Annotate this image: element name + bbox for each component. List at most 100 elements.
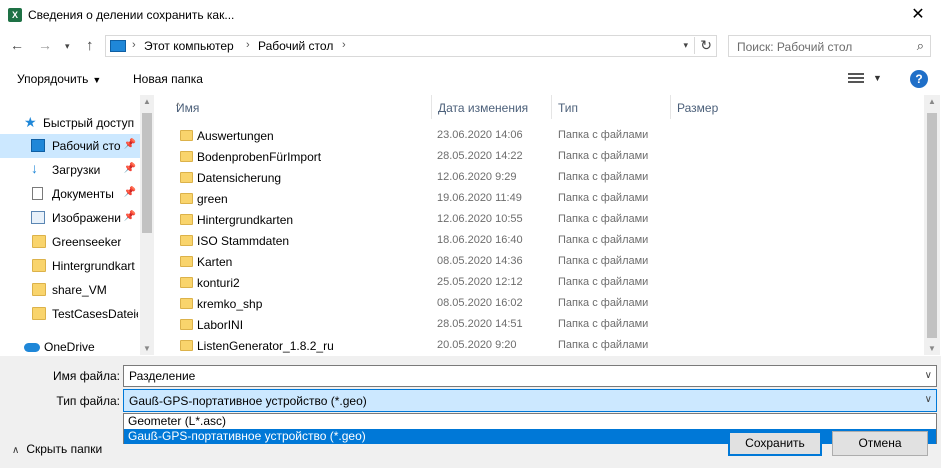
view-options-icon[interactable] [848,71,864,85]
refresh-icon[interactable]: ↻ [694,37,712,54]
help-icon[interactable]: ? [910,70,928,88]
download-icon: ↓ [31,160,38,176]
forward-arrow-icon[interactable]: → [38,37,52,53]
nav-item-label: Рабочий сто [52,139,121,153]
filetype-value: Gauß-GPS-портативное устройство (*.geo) [129,394,367,408]
breadcrumb-desktop[interactable]: Рабочий стол [258,39,333,53]
hide-folders-button[interactable]: ∧ Скрыть папки [12,442,102,456]
breadcrumb-this-pc[interactable]: Этот компьютер [144,39,234,53]
organize-button[interactable]: Упорядочить ▼ [17,72,101,86]
search-icon: ⌕ [916,38,924,53]
folder-icon [180,214,193,225]
image-icon [31,211,45,224]
file-type: Папка с файлами [558,276,649,288]
table-row[interactable]: konturi2 25.05.2020 12:12 Папка с файлами [156,273,931,294]
nav-item-quick-access[interactable]: ★ Быстрый доступ [0,111,140,135]
table-row[interactable]: ISO Stammdaten 18.06.2020 16:40 Папка с фа… [156,231,931,252]
nav-item-testcases[interactable]: TestCasesDateien [0,302,140,326]
command-bar: Упорядочить ▼ Новая папка ▼ ? [0,64,941,94]
search-placeholder: Поиск: Рабочий стол [737,40,853,54]
filetype-option[interactable]: Geometer (L*.asc) [124,414,936,429]
nav-item-label: Быстрый доступ [43,116,135,130]
folder-icon [32,283,46,296]
search-input[interactable]: Поиск: Рабочий стол ⌕ [728,35,931,57]
nav-item-hintergrundkarten[interactable]: Hintergrundkart [0,254,140,278]
excel-icon: X [8,8,22,22]
table-row[interactable]: green 19.06.2020 11:49 Папка с файлами [156,189,931,210]
column-date-label: Дата изменения [438,101,529,115]
nav-item-label: OneDrive [44,340,95,354]
back-arrow-icon[interactable]: ← [10,37,24,53]
nav-item-documents[interactable]: Документы 📌 [0,182,140,206]
file-name: Karten [197,255,233,269]
breadcrumb-separator-icon[interactable]: › [342,39,346,51]
recent-locations-chevron-icon[interactable]: ▾ [65,41,70,52]
up-arrow-icon[interactable]: ↑ [86,37,94,54]
file-type: Папка с файлами [558,255,649,267]
address-dropdown-icon[interactable]: ▾ [683,40,688,51]
file-date: 20.05.2020 9:20 [437,339,517,351]
folder-icon [180,256,193,267]
scrollbar-thumb[interactable] [927,113,937,338]
nav-item-downloads[interactable]: ↓ Загрузки 📌 [0,158,140,182]
table-row[interactable]: Karten 08.05.2020 14:36 Папка с файлами [156,252,931,273]
document-icon [32,187,43,200]
file-type: Папка с файлами [558,234,649,246]
table-row[interactable]: kremko_shp 08.05.2020 16:02 Папка с файлам… [156,294,931,315]
scroll-down-icon[interactable]: ▼ [928,344,936,353]
scrollbar-thumb[interactable] [142,113,152,233]
column-header-size[interactable]: Размер [671,95,771,119]
table-row[interactable]: Hintergrundkarten 12.06.2020 10:55 Папка с… [156,210,931,231]
view-dropdown-chevron-icon[interactable]: ▼ [873,73,882,83]
address-bar[interactable]: › Этот компьютер › Рабочий стол › ▾ ↻ [105,35,717,57]
organize-label: Упорядочить [17,72,89,86]
nav-item-greenseeker[interactable]: Greenseeker [0,230,140,254]
folder-icon [180,340,193,351]
table-row[interactable]: Auswertungen 23.06.2020 14:06 Папка с файл… [156,126,931,147]
pin-icon: 📌 [123,163,136,174]
nav-item-pictures[interactable]: Изображени 📌 [0,206,140,230]
new-folder-button[interactable]: Новая папка [133,72,203,86]
sort-ascending-icon: ^ [176,101,181,111]
filename-field[interactable]: Разделение ∨ [123,365,937,387]
file-list-scrollbar[interactable]: ▲ ▼ [924,95,940,355]
filetype-label: Тип файла: [56,394,120,408]
cloud-icon [24,343,40,352]
file-type: Папка с файлами [558,318,649,330]
scroll-up-icon[interactable]: ▲ [143,97,151,106]
desktop-icon [31,139,45,152]
file-type: Папка с файлами [558,192,649,204]
file-date: 08.05.2020 16:02 [437,297,523,309]
folder-icon [180,298,193,309]
cancel-button[interactable]: Отмена [832,431,928,456]
column-header-name[interactable]: Имя ^ [170,95,432,119]
file-name: BodenprobenFürImport [197,150,322,164]
file-date: 19.06.2020 11:49 [437,192,522,204]
filetype-select[interactable]: Gauß-GPS-портативное устройство (*.geo) … [123,389,937,412]
nav-item-desktop[interactable]: Рабочий сто 📌 [0,134,140,158]
filename-label: Имя файла: [53,369,120,383]
chevron-down-icon[interactable]: ∨ [925,370,932,381]
breadcrumb-separator-icon[interactable]: › [246,39,250,51]
save-button[interactable]: Сохранить [728,431,822,456]
chevron-down-icon[interactable]: ∨ [925,394,932,405]
file-type: Папка с файлами [558,150,649,162]
table-row[interactable]: BodenprobenFürImport 28.05.2020 14:22 Папк… [156,147,931,168]
scroll-down-icon[interactable]: ▼ [143,344,151,353]
table-row[interactable]: ListenGenerator_1.8.2_ru 20.05.2020 9:20 П… [156,336,931,355]
nav-item-share-vm[interactable]: share_VM [0,278,140,302]
table-row[interactable]: Datensicherung 12.06.2020 9:29 Папка с фай… [156,168,931,189]
close-button[interactable]: ✕ [895,0,941,30]
navigation-scrollbar[interactable]: ▲ ▼ [140,95,154,355]
nav-item-label: Изображени [52,211,121,225]
folder-icon [32,235,46,248]
file-type: Папка с файлами [558,339,649,351]
breadcrumb-separator-icon[interactable]: › [132,39,136,51]
title-bar: X Сведения о делении сохранить как... ✕ [0,0,941,30]
nav-item-onedrive[interactable]: OneDrive [0,335,140,355]
column-header-type[interactable]: Тип [552,95,671,119]
column-header-date[interactable]: Дата изменения [432,95,552,119]
scroll-up-icon[interactable]: ▲ [928,97,936,106]
table-row[interactable]: LaborINI 28.05.2020 14:51 Папка с файлами [156,315,931,336]
folder-icon [32,259,46,272]
